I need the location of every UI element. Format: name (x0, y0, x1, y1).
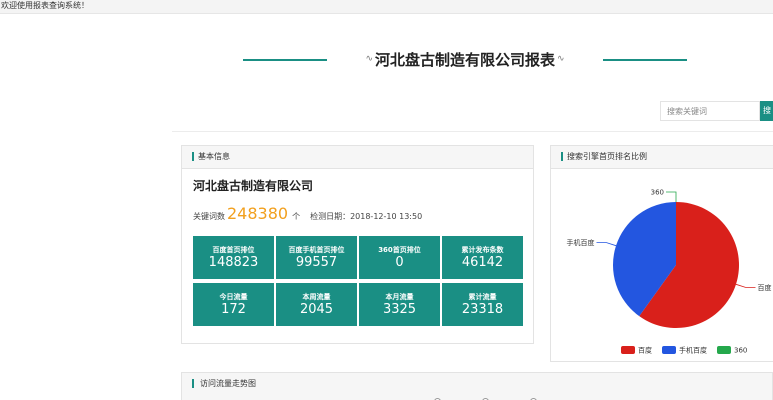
stat-total-traffic: 累计流量 23318 (442, 283, 523, 326)
search-engine-header: 搜索引擎首页排名比例 (551, 146, 773, 169)
company-name: 河北盘古制造有限公司 (193, 179, 314, 193)
stat-total-posts: 累计发布条数 46142 (442, 236, 523, 279)
stat-label: 本月流量 (385, 293, 414, 301)
stat-mobile-baidu-rank: 百度手机首页排位 99557 (276, 236, 357, 279)
title-decor-right (603, 59, 687, 61)
page-title-text: 河北盘古制造有限公司报表 (375, 50, 556, 69)
stat-value: 2045 (299, 302, 334, 317)
pie-leader-line-2 (666, 191, 677, 202)
title-decor-left (243, 59, 327, 61)
stats-grid: 百度首页排位 148823 百度手机首页排位 99557 360首页排位 0 累… (193, 236, 523, 326)
header-accent-bar (192, 152, 194, 161)
stat-360-rank: 360首页排位 0 (359, 236, 440, 279)
welcome-text: 欢迎使用报表查询系统！ (1, 1, 89, 10)
stat-label: 今日流量 (219, 293, 248, 301)
stat-value: 99557 (295, 255, 338, 270)
stat-value: 3325 (382, 302, 417, 317)
wave-icon-right: ∿ (557, 54, 565, 64)
basic-info-header: 基本信息 (182, 146, 533, 169)
stat-value: 23318 (461, 302, 504, 317)
pie-label-2: 360 (651, 189, 664, 197)
search-input[interactable] (660, 101, 760, 121)
pie-label-1: 手机百度 (567, 238, 595, 247)
header-divider (172, 131, 773, 132)
keyword-unit: 个 (292, 212, 301, 221)
wave-icon-left: ∿ (365, 54, 373, 64)
traffic-trend-heading: 访问流量走势图 (200, 379, 256, 388)
search-button-label: 搜 (763, 106, 771, 115)
stat-label: 累计流量 (468, 293, 497, 301)
keyword-label: 关键词数 (193, 212, 225, 221)
stat-week-traffic: 本周流量 2045 (276, 283, 357, 326)
header-accent-bar (561, 152, 563, 161)
legend-label-0[interactable]: 百度 (638, 346, 652, 355)
legend-swatch-2[interactable] (717, 346, 731, 354)
stat-label: 本周流量 (302, 293, 331, 301)
stat-value: 148823 (208, 255, 259, 270)
pie-leader-line-0 (735, 283, 756, 288)
welcome-bar: 欢迎使用报表查询系统！ (0, 0, 773, 14)
search-engine-panel: 搜索引擎首页排名比例 百度 手机百度 360 百度 手机百度 360 (550, 145, 773, 362)
basic-info-panel: 基本信息 河北盘古制造有限公司 关键词数 248380 个 检测日期：2018-… (181, 145, 534, 344)
keyword-count: 248380 (227, 204, 289, 223)
pie-label-0: 百度 (757, 283, 771, 292)
legend-label-2[interactable]: 360 (734, 347, 747, 355)
search-button[interactable]: 搜 (760, 101, 773, 121)
traffic-trend-panel: 访问流量走势图 (181, 372, 773, 400)
stat-baidu-rank: 百度首页排位 148823 (193, 236, 274, 279)
stat-month-traffic: 本月流量 3325 (359, 283, 440, 326)
stat-value: 172 (221, 302, 246, 317)
header-accent-bar (192, 379, 194, 388)
stat-label: 累计发布条数 (461, 246, 504, 254)
basic-info-heading: 基本信息 (198, 152, 230, 161)
legend-swatch-0[interactable] (621, 346, 635, 354)
stat-value: 46142 (461, 255, 504, 270)
stat-label: 百度首页排位 (212, 246, 255, 254)
page-title: ∿ 河北盘古制造有限公司报表 ∿ (365, 48, 564, 70)
page-root: 欢迎使用报表查询系统！ ∿ 河北盘古制造有限公司报表 ∿ 搜 基本信息 河北盘古… (0, 0, 773, 400)
stat-value: 0 (395, 255, 404, 270)
check-date: 检测日期：2018-12-10 13:50 (310, 212, 423, 221)
pie-chart: 百度手机百度360百度 手机百度 360 (567, 189, 772, 355)
stat-label: 百度手机首页排位 (288, 246, 345, 254)
stat-today-traffic: 今日流量 172 (193, 283, 274, 326)
search-engine-heading: 搜索引擎首页排名比例 (567, 152, 647, 161)
legend-swatch-1[interactable] (662, 346, 676, 354)
legend-label-1[interactable]: 手机百度 (679, 346, 707, 355)
pie-leader-line-1 (596, 242, 617, 247)
keyword-summary: 关键词数 248380 个 检测日期：2018-12-10 13:50 (193, 204, 422, 226)
stat-label: 360首页排位 (378, 246, 421, 254)
